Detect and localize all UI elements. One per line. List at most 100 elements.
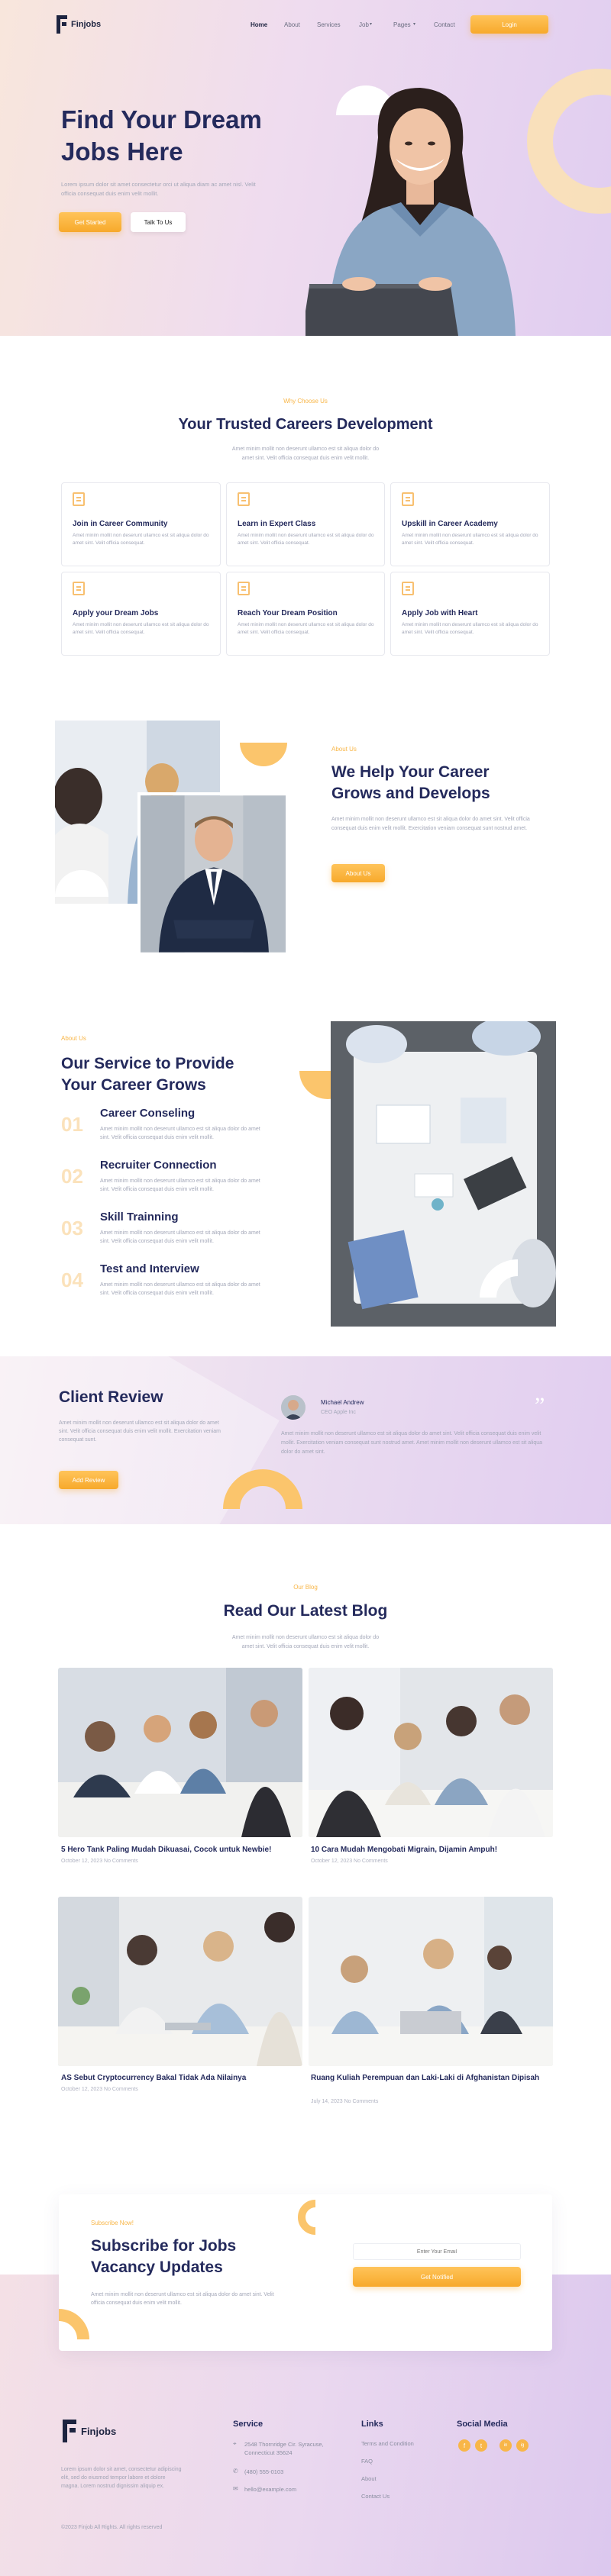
- subscribe-section: Subscribe Now! Subscribe for Jobs Vacanc…: [59, 2194, 552, 2351]
- section-description: Amet minim mollit non deserunt ullamco e…: [231, 1635, 380, 1649]
- service-title: Career Conseling: [100, 1107, 196, 1120]
- instagram-icon[interactable]: ig: [516, 2439, 529, 2452]
- email-input[interactable]: [353, 2243, 521, 2260]
- feature-card-title: Upskill in Career Academy: [402, 520, 498, 528]
- section-description: Amet minim mollit non deserunt ullamco e…: [231, 447, 380, 461]
- footer-link[interactable]: Terms and Condition: [361, 2440, 414, 2447]
- section-eyebrow: Why Choose Us: [283, 398, 328, 405]
- mail-icon: ✉: [233, 2485, 238, 2492]
- why-choose-us-section: Why Choose Us Your Trusted Careers Devel…: [0, 336, 611, 664]
- blog-title[interactable]: Ruang Kuliah Perempuan dan Laki-Laki di …: [311, 2073, 555, 2083]
- footer-heading-social: Social Media: [457, 2420, 508, 2429]
- footer-link[interactable]: Contact Us: [361, 2493, 390, 2500]
- service-description: Amet minim mollit non deserunt ullamco e…: [100, 1127, 260, 1140]
- service-description: Amet minim mollit non deserunt ullamco e…: [100, 1178, 260, 1192]
- nav-home[interactable]: Home: [251, 21, 267, 28]
- ring-decoration: [59, 2309, 89, 2339]
- footer-link[interactable]: About: [361, 2475, 377, 2482]
- footer-email[interactable]: hello@example.com: [244, 2486, 296, 2493]
- nav-job[interactable]: Job: [359, 21, 369, 28]
- blog-image[interactable]: [309, 1668, 553, 1837]
- logo-icon: [61, 2420, 76, 2442]
- document-icon: [73, 492, 85, 506]
- logo[interactable]: Finjobs: [55, 15, 101, 34]
- facebook-icon[interactable]: f: [458, 2439, 470, 2452]
- get-started-button[interactable]: Get Started: [59, 212, 121, 232]
- section-title: We Help Your Career Grows and Develops: [331, 763, 490, 802]
- footer-link[interactable]: FAQ: [361, 2458, 373, 2465]
- copyright: ©2023 Finjob All Rights. All rights rese…: [61, 2525, 163, 2530]
- nav-about[interactable]: About: [284, 21, 300, 28]
- document-icon: [238, 582, 250, 595]
- nav-contact[interactable]: Contact: [434, 21, 455, 28]
- reviewer-role: CEO Apple Inc: [321, 1410, 356, 1415]
- feature-card[interactable]: Reach Your Dream Position Amet minim mol…: [226, 572, 385, 656]
- hero-description: Lorem ipsum dolor sit amet consectetur o…: [61, 181, 256, 197]
- section-description: Amet minim mollit non deserunt ullamco e…: [91, 2292, 274, 2306]
- feature-card-description: Amet minim mollit non deserunt ullamco e…: [402, 622, 538, 635]
- document-icon: [402, 582, 414, 595]
- feature-card-description: Amet minim mollit non deserunt ullamco e…: [238, 622, 374, 635]
- hero-section: Finjobs Home About Services Job ▾ Pages …: [0, 0, 611, 336]
- office-desk-photo: [331, 1021, 556, 1327]
- blog-image[interactable]: [58, 1897, 302, 2066]
- twitter-icon[interactable]: t: [475, 2439, 487, 2452]
- footer-about: Lorem ipsum dolor sit amet, consectetur …: [61, 2467, 182, 2489]
- talk-to-us-button[interactable]: Talk To Us: [131, 212, 186, 232]
- review-quote: Amet minim mollit non deserunt ullamco e…: [281, 1431, 542, 1455]
- section-title: Your Trusted Careers Development: [178, 416, 433, 433]
- feature-card[interactable]: Apply your Dream Jobs Amet minim mollit …: [61, 572, 221, 656]
- feature-card-title: Learn in Expert Class: [238, 520, 316, 528]
- section-title: Subscribe for Jobs Vacancy Updates: [91, 2237, 237, 2276]
- section-description: Amet minim mollit non deserunt ullamco e…: [331, 817, 530, 831]
- logo-icon: [55, 15, 67, 34]
- blog-title[interactable]: 10 Cara Mudah Mengobati Migrain, Dijamin…: [311, 1845, 555, 1855]
- blog-title[interactable]: AS Sebut Cryptocurrency Bakal Tidak Ada …: [61, 2073, 306, 2083]
- feature-card[interactable]: Learn in Expert Class Amet minim mollit …: [226, 482, 385, 566]
- about-us-button[interactable]: About Us: [331, 864, 385, 882]
- nav-pages[interactable]: Pages: [393, 21, 411, 28]
- linkedin-icon[interactable]: in: [499, 2439, 512, 2452]
- half-circle-decoration: [240, 719, 287, 766]
- ring-decoration: [298, 2200, 315, 2235]
- footer-address: 2548 Thornridge Cir. Syracuse, Connectic…: [244, 2441, 324, 2456]
- feature-card-title: Join in Career Community: [73, 520, 168, 528]
- feature-card-description: Amet minim mollit non deserunt ullamco e…: [402, 533, 538, 546]
- chevron-down-icon: ▾: [370, 22, 373, 27]
- get-notified-button[interactable]: Get Notified: [353, 2267, 521, 2287]
- phone-icon: ✆: [233, 2468, 238, 2474]
- section-eyebrow: About Us: [331, 746, 357, 753]
- service-description: Amet minim mollit non deserunt ullamco e…: [100, 1282, 260, 1296]
- service-description: Amet minim mollit non deserunt ullamco e…: [100, 1230, 260, 1244]
- avatar: [281, 1395, 306, 1420]
- section-title: Client Review: [59, 1388, 163, 1406]
- feature-card[interactable]: Join in Career Community Amet minim moll…: [61, 482, 221, 566]
- blog-title[interactable]: 5 Hero Tank Paling Mudah Dikuasai, Cocok…: [61, 1845, 306, 1855]
- footer-logo[interactable]: Finjobs: [61, 2420, 116, 2442]
- service-number: 04: [61, 1269, 83, 1291]
- service-number: 02: [61, 1165, 83, 1188]
- section-title: Read Our Latest Blog: [223, 1602, 388, 1620]
- businessman-photo: [137, 792, 289, 956]
- feature-card-description: Amet minim mollit non deserunt ullamco e…: [238, 533, 374, 546]
- section-eyebrow: About Us: [61, 1035, 86, 1042]
- feature-card[interactable]: Apply Job with Heart Amet minim mollit n…: [390, 572, 550, 656]
- blog-image[interactable]: [309, 1897, 553, 2066]
- service-section: About Us Our Service to Provide Your Car…: [0, 992, 611, 1359]
- feature-card[interactable]: Upskill in Career Academy Amet minim mol…: [390, 482, 550, 566]
- logo-text: Finjobs: [81, 2425, 117, 2437]
- blog-meta: October 12, 2023 No Comments: [61, 1859, 138, 1864]
- feature-card-title: Apply your Dream Jobs: [73, 609, 159, 617]
- login-button[interactable]: Login: [470, 15, 548, 34]
- footer-phone[interactable]: (480) 555-0103: [244, 2468, 283, 2475]
- service-title: Skill Trainning: [100, 1211, 179, 1224]
- add-review-button[interactable]: Add Review: [59, 1471, 118, 1489]
- blog-image[interactable]: [58, 1668, 302, 1837]
- feature-card-title: Reach Your Dream Position: [238, 609, 338, 617]
- service-title: Recruiter Connection: [100, 1159, 217, 1172]
- about-section: About Us We Help Your Career Grows and D…: [0, 664, 611, 992]
- section-description: Amet minim mollit non deserunt ullamco e…: [59, 1420, 221, 1443]
- feature-card-description: Amet minim mollit non deserunt ullamco e…: [73, 622, 209, 635]
- blog-meta: October 12, 2023 No Comments: [311, 1859, 388, 1864]
- nav-services[interactable]: Services: [317, 21, 341, 28]
